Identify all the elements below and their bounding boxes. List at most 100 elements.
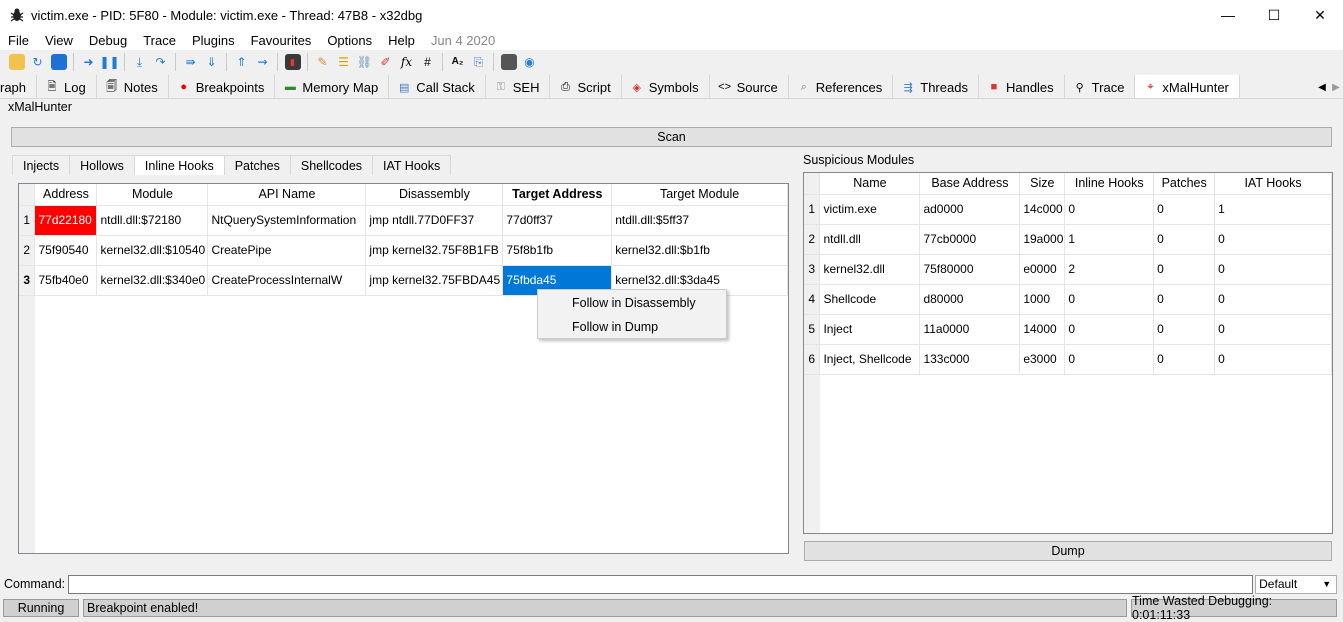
tab-trace[interactable]: ⚲ Trace: [1065, 75, 1136, 98]
breakpoint-icon: ●: [180, 81, 188, 93]
tab-injects[interactable]: Injects: [12, 155, 71, 175]
tab-breakpoints[interactable]: ● Breakpoints: [169, 75, 276, 98]
inline-hooks-table: Address Module API Name Disassembly Targ…: [18, 183, 789, 554]
clipboard-icon[interactable]: ⎘: [471, 54, 487, 70]
comments-icon[interactable]: ☰: [336, 54, 352, 70]
bug-icon: [10, 8, 24, 22]
table-row[interactable]: 2 ntdll.dll 77cb0000 19a000 1 0 0: [804, 224, 1332, 255]
minimize-button[interactable]: —: [1205, 0, 1251, 30]
col-size[interactable]: Size: [1019, 173, 1066, 195]
status-message: Breakpoint enabled!: [83, 599, 1127, 617]
execute-till-return-icon[interactable]: ⇑: [234, 54, 250, 70]
tab-handles[interactable]: ■ Handles: [979, 75, 1065, 98]
restart-icon[interactable]: ↻: [30, 54, 46, 70]
close-button[interactable]: ✕: [1297, 0, 1343, 30]
memory-icon: ▬: [284, 81, 296, 93]
chevron-down-icon: ▼: [1322, 579, 1332, 589]
menu-debug[interactable]: Debug: [81, 33, 135, 48]
table-row[interactable]: 5 Inject 11a0000 14000 0 0 0: [804, 314, 1332, 345]
maximize-button[interactable]: ☐: [1251, 0, 1297, 30]
source-icon: <>: [718, 81, 731, 93]
trace-over-icon[interactable]: ⇓: [204, 54, 220, 70]
view-tabs: raph 🗎 Log 🗐 Notes ● Breakpoints ▬ Memory Ma…: [0, 75, 1343, 99]
menu-view[interactable]: View: [37, 33, 81, 48]
menu-favourites[interactable]: Favourites: [243, 33, 320, 48]
notes-icon: 🗐: [106, 80, 118, 93]
table-row[interactable]: 3 kernel32.dll 75f80000 e0000 2 0 0: [804, 254, 1332, 285]
table-row[interactable]: 4 Shellcode d80000 1000 0 0 0: [804, 284, 1332, 315]
run-icon[interactable]: ➜: [81, 54, 97, 70]
tab-xmalhunter[interactable]: ⌖ xMalHunter: [1135, 75, 1240, 98]
menu-trace[interactable]: Trace: [135, 33, 184, 48]
build-date: Jun 4 2020: [430, 32, 496, 48]
follow-in-dump-item[interactable]: Follow in Dump: [538, 316, 726, 338]
log-icon: 🗎: [47, 80, 57, 93]
tab-memory-map[interactable]: ▬ Memory Map: [275, 75, 390, 98]
tab-scroll-right-icon[interactable]: ▶: [1329, 75, 1343, 98]
callstack-icon: ▤: [399, 81, 410, 94]
open-folder-icon[interactable]: [8, 54, 25, 70]
crosshair-icon: ⌖: [1147, 80, 1154, 93]
col-module[interactable]: Module: [96, 184, 209, 206]
step-over-icon[interactable]: ↷: [153, 54, 169, 70]
tab-shellcodes[interactable]: Shellcodes: [289, 155, 374, 175]
command-label: Command:: [4, 577, 66, 591]
tab-graph[interactable]: raph: [0, 75, 38, 98]
patch-icon[interactable]: ✎: [315, 54, 331, 70]
step-into-icon[interactable]: ⤓: [132, 54, 148, 70]
col-address[interactable]: Address: [34, 184, 98, 206]
tab-log[interactable]: 🗎 Log: [37, 75, 97, 98]
col-api-name[interactable]: API Name: [207, 184, 367, 206]
strings-icon[interactable]: A₂: [450, 54, 466, 70]
command-input[interactable]: [68, 574, 1254, 594]
command-type-select[interactable]: Default ▼: [1255, 574, 1338, 594]
script-icon: ⎙: [561, 80, 570, 93]
functions-icon[interactable]: fx: [399, 54, 415, 70]
context-menu: Follow in Disassembly Follow in Dump: [537, 289, 727, 339]
tab-notes[interactable]: 🗐 Notes: [97, 75, 169, 98]
menu-plugins[interactable]: Plugins: [184, 33, 243, 48]
time-wasted: Time Wasted Debugging: 0:01:11:33: [1131, 594, 1337, 622]
run-to-user-code-icon[interactable]: ⇝: [255, 54, 271, 70]
col-disassembly[interactable]: Disassembly: [365, 184, 504, 206]
stop-icon[interactable]: [50, 54, 67, 70]
tab-call-stack[interactable]: ▤ Call Stack: [389, 75, 486, 98]
tab-script[interactable]: ⎙ Script: [550, 75, 622, 98]
globe-icon[interactable]: ◉: [522, 54, 538, 70]
dump-button[interactable]: Dump: [804, 541, 1332, 561]
table-row[interactable]: 1 victim.exe ad0000 14c000 0 0 1: [804, 194, 1332, 225]
menu-file[interactable]: File: [0, 33, 37, 48]
suspicious-modules-table: Name Base Address Size Inline Hooks Patc…: [803, 172, 1333, 534]
col-name[interactable]: Name: [819, 173, 921, 195]
tab-patches[interactable]: Patches: [223, 155, 291, 175]
col-patches[interactable]: Patches: [1153, 173, 1216, 195]
follow-in-disassembly-item[interactable]: Follow in Disassembly: [538, 292, 726, 314]
tab-references[interactable]: ⌕ References: [789, 75, 894, 98]
calculator-icon[interactable]: [500, 54, 517, 70]
col-base-address[interactable]: Base Address: [919, 173, 1021, 195]
pause-icon[interactable]: ❚❚: [99, 54, 119, 70]
tab-hollows[interactable]: Hollows: [69, 155, 135, 175]
trace-into-icon[interactable]: ⇛: [183, 54, 199, 70]
col-inline-hooks[interactable]: Inline Hooks: [1064, 173, 1155, 195]
table-row[interactable]: 2 75f90540 kernel32.dll:$10540 CreatePip…: [19, 235, 788, 266]
menu-help[interactable]: Help: [380, 33, 423, 48]
col-iat-hooks[interactable]: IAT Hooks: [1214, 173, 1332, 195]
tab-iat-hooks[interactable]: IAT Hooks: [372, 155, 452, 175]
hash-icon[interactable]: #: [420, 54, 436, 70]
tab-inline-hooks[interactable]: Inline Hooks: [133, 155, 225, 175]
col-target-module[interactable]: Target Module: [611, 184, 788, 206]
menu-options[interactable]: Options: [319, 33, 380, 48]
scan-button[interactable]: Scan: [11, 127, 1332, 147]
tab-symbols[interactable]: ◈ Symbols: [622, 75, 710, 98]
tab-threads[interactable]: ⇶ Threads: [893, 75, 979, 98]
tab-scroll-left-icon[interactable]: ◀: [1315, 75, 1329, 98]
table-row[interactable]: 1 77d22180 ntdll.dll:$72180 NtQuerySyste…: [19, 205, 788, 236]
col-target-address[interactable]: Target Address: [502, 184, 613, 206]
bookmarks-icon[interactable]: ✐: [378, 54, 394, 70]
tab-source[interactable]: <> Source: [710, 75, 789, 98]
tab-seh[interactable]: ⚿ SEH: [486, 75, 551, 98]
table-row[interactable]: 6 Inject, Shellcode 133c000 e3000 0 0 0: [804, 344, 1332, 375]
labels-icon[interactable]: ⛓: [357, 54, 373, 70]
scylla-icon[interactable]: ▮: [284, 54, 301, 70]
